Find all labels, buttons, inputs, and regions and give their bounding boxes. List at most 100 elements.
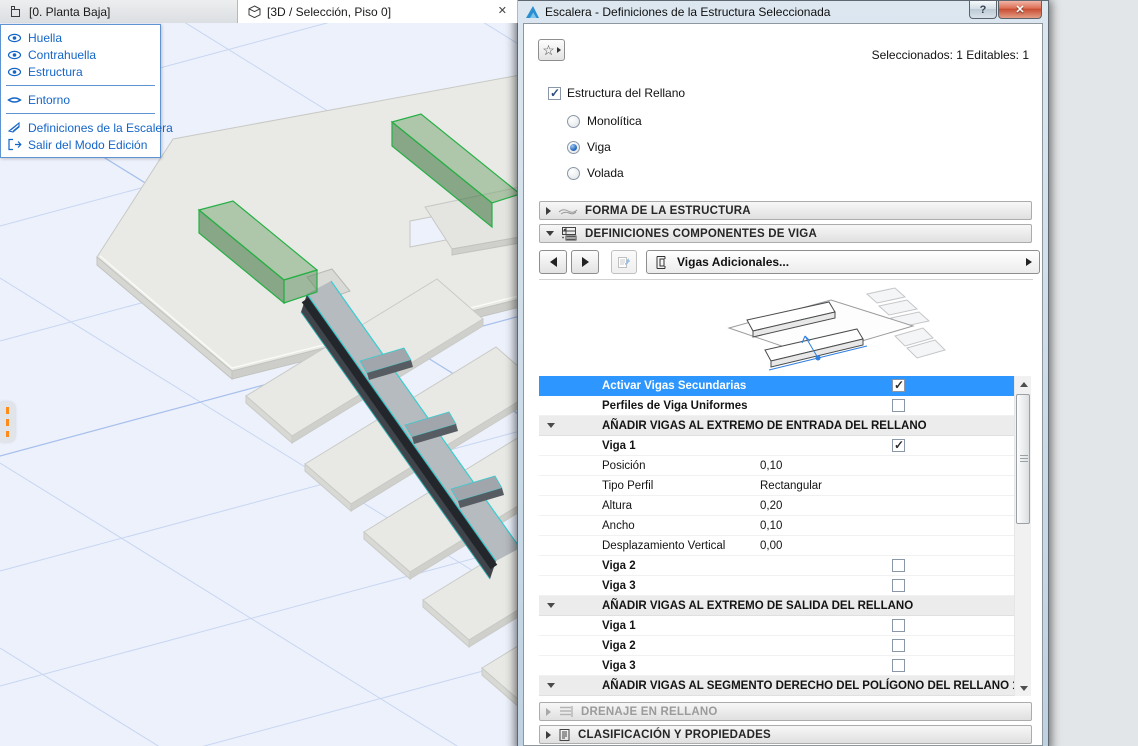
exit-icon (7, 138, 22, 151)
section-componentes[interactable]: DEFINICIONES COMPONENTES DE VIGA (539, 224, 1032, 243)
tab-close-icon[interactable]: ✕ (498, 4, 507, 18)
row-checkbox[interactable] (892, 619, 905, 632)
section-label: CLASIFICACIÓN Y PROPIEDADES (578, 729, 771, 741)
radio-option-volada[interactable]: Volada (567, 160, 642, 186)
table-row[interactable]: Desplazamiento Vertical0,00 (539, 536, 1014, 556)
table-row[interactable]: Tipo PerfilRectangular (539, 476, 1014, 496)
floor-plan-icon (10, 5, 23, 18)
scrollbar-thumb[interactable] (1016, 394, 1030, 524)
row-value[interactable]: 0,10 (760, 460, 782, 472)
row-value[interactable]: 0,20 (760, 500, 782, 512)
arrow-right-icon (582, 257, 589, 267)
section-clasificacion[interactable]: CLASIFICACIÓN Y PROPIEDADES (539, 725, 1032, 744)
table-row[interactable]: Viga 2 (539, 636, 1014, 656)
section-forma[interactable]: FORMA DE LA ESTRUCTURA (539, 201, 1032, 220)
scroll-down-button[interactable] (1015, 680, 1032, 696)
row-value[interactable]: Rectangular (760, 480, 822, 492)
row-checkbox[interactable] (892, 399, 905, 412)
table-row[interactable]: Altura0,20 (539, 496, 1014, 516)
dialog-body: ☆ Seleccionados: 1 Editables: 1 Estructu… (523, 23, 1043, 746)
chevron-right-icon (546, 708, 551, 716)
menu-item-definiciones-de-la-escalera[interactable]: Definiciones de la Escalera (1, 119, 160, 136)
beam-profile-icon (655, 255, 670, 270)
row-checkbox[interactable] (892, 439, 905, 452)
app-screen: [0. Planta Baja] [3D / Selección, Piso 0… (0, 0, 1138, 746)
row-label: Viga 2 (602, 640, 636, 652)
structure-checkbox[interactable] (548, 87, 561, 100)
beam-page-selector[interactable]: Vigas Adicionales... (646, 250, 1040, 274)
menu-divider (6, 85, 155, 86)
table-row[interactable]: Ancho 0,10 (539, 516, 1014, 536)
structure-type-radios: Monolítica Viga Volada (567, 108, 642, 186)
radio-label: Viga (587, 140, 611, 154)
table-row[interactable]: Viga 2 (539, 556, 1014, 576)
row-checkbox[interactable] (892, 659, 905, 672)
favorites-button[interactable]: ☆ (538, 39, 565, 61)
close-button[interactable]: ✕ (998, 1, 1042, 19)
menu-item-entorno[interactable]: Entorno (1, 91, 160, 108)
menu-item-estructura[interactable]: Estructura (1, 63, 160, 80)
radio-option-monol-tica[interactable]: Monolítica (567, 108, 642, 134)
radio-button[interactable] (567, 141, 580, 154)
palette-handle[interactable] (0, 402, 15, 442)
selection-status: Seleccionados: 1 Editables: 1 (872, 48, 1029, 62)
row-label: Viga 3 (602, 660, 636, 672)
menu-item-label: Estructura (28, 65, 83, 79)
section-drenaje[interactable]: DRENAJE EN RELLANO (539, 702, 1032, 721)
menu-item-contrahuella[interactable]: Contrahuella (1, 46, 160, 63)
previous-beam-button[interactable] (539, 250, 567, 274)
menu-item-label: Entorno (28, 93, 70, 107)
menu-item-label: Salir del Modo Edición (28, 138, 147, 152)
row-checkbox[interactable] (892, 579, 905, 592)
structure-shape-icon (558, 205, 578, 217)
table-row[interactable]: Perfiles de Viga Uniformes (539, 396, 1014, 416)
chevron-right-icon (546, 731, 551, 739)
radio-label: Volada (587, 166, 624, 180)
tab-3d-seleccion[interactable]: [3D / Selección, Piso 0] ✕ (238, 0, 518, 23)
row-label: AÑADIR VIGAS AL EXTREMO DE ENTRADA DEL R… (602, 420, 927, 432)
archicad-logo-icon (525, 5, 540, 19)
table-row[interactable]: Viga 3 (539, 576, 1014, 596)
row-label: Viga 1 (602, 620, 636, 632)
chevron-down-icon (547, 603, 555, 608)
menu-item-huella[interactable]: Huella (1, 29, 160, 46)
tab-planta-baja[interactable]: [0. Planta Baja] (0, 0, 238, 23)
row-label: Ancho (602, 520, 635, 532)
row-value[interactable]: 0,00 (760, 540, 782, 552)
radio-button[interactable] (567, 167, 580, 180)
tab-label: [0. Planta Baja] (29, 5, 110, 19)
table-scrollbar[interactable] (1014, 376, 1031, 696)
chevron-right-icon (557, 47, 561, 53)
table-row[interactable]: Viga 1 (539, 616, 1014, 636)
viewport-3d[interactable]: [0. Planta Baja] [3D / Selección, Piso 0… (0, 0, 518, 746)
row-value[interactable]: 0,10 (760, 520, 782, 532)
table-row[interactable]: Posición0,10 (539, 456, 1014, 476)
row-checkbox[interactable] (892, 639, 905, 652)
radio-option-viga[interactable]: Viga (567, 134, 642, 160)
radio-button[interactable] (567, 115, 580, 128)
menu-item-salir-del-modo-edici-n[interactable]: Salir del Modo Edición (1, 136, 160, 153)
tab-bar: [0. Planta Baja] [3D / Selección, Piso 0… (0, 0, 518, 23)
table-section-row[interactable]: AÑADIR VIGAS AL EXTREMO DE SALIDA DEL RE… (539, 596, 1014, 616)
arrow-left-icon (550, 257, 557, 267)
eye-icon (7, 49, 22, 61)
row-checkbox[interactable] (892, 559, 905, 572)
scroll-up-button[interactable] (1015, 376, 1032, 392)
menu-item-label: Contrahuella (28, 48, 96, 62)
table-row[interactable]: Viga 3 (539, 656, 1014, 676)
transfer-settings-button-disabled[interactable] (611, 250, 637, 274)
row-checkbox[interactable] (892, 379, 905, 392)
drainage-icon (558, 705, 574, 718)
next-beam-button[interactable] (571, 250, 599, 274)
table-section-row[interactable]: AÑADIR VIGAS AL SEGMENTO DERECHO DEL POL… (539, 676, 1014, 696)
row-label: Viga 3 (602, 580, 636, 592)
table-section-row[interactable]: AÑADIR VIGAS AL EXTREMO DE ENTRADA DEL R… (539, 416, 1014, 436)
structure-checkbox-row[interactable]: Estructura del Rellano (548, 86, 685, 100)
table-row[interactable]: Activar Vigas Secundarias (539, 376, 1014, 396)
stair-edit-context-menu: Huella Contrahuella Estructura Entorno Defin… (0, 24, 161, 158)
table-row[interactable]: Viga 1 (539, 436, 1014, 456)
menu-divider (6, 113, 155, 114)
help-button[interactable]: ? (969, 1, 997, 19)
section-label: DRENAJE EN RELLANO (581, 706, 718, 718)
chevron-down-icon (546, 231, 554, 236)
